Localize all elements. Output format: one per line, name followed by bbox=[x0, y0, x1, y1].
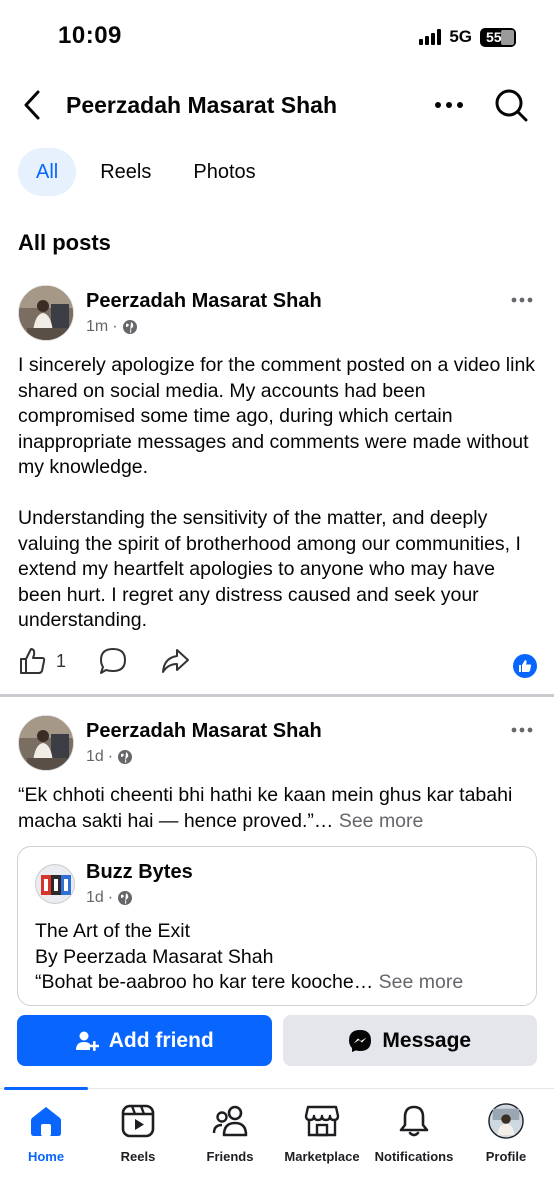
shared-author[interactable]: Buzz Bytes bbox=[86, 861, 193, 884]
friends-icon bbox=[212, 1103, 248, 1139]
shared-line: “Bohat be-aabroo ho kar tere kooche… bbox=[35, 971, 374, 993]
post-author[interactable]: Peerzadah Masarat Shah bbox=[86, 720, 322, 743]
post-text: “Ek chhoti cheenti bhi hathi ke kaan mei… bbox=[18, 783, 538, 834]
share-icon bbox=[162, 649, 189, 673]
chevron-left-icon bbox=[24, 90, 40, 120]
search-icon bbox=[495, 89, 528, 122]
tab-all[interactable]: All bbox=[18, 148, 77, 196]
message-label: Message bbox=[382, 1028, 472, 1052]
nav-notifications[interactable]: Notifications bbox=[368, 1103, 460, 1164]
globe-icon bbox=[118, 891, 133, 905]
author-avatar[interactable] bbox=[18, 285, 74, 341]
post-meta: 1m · bbox=[86, 318, 138, 336]
post-paragraph: I sincerely apologize for the comment po… bbox=[18, 354, 536, 478]
meta-separator: · bbox=[107, 748, 114, 765]
meta-separator: · bbox=[112, 318, 118, 335]
more-options-button[interactable] bbox=[432, 92, 466, 118]
post-text: I sincerely apologize for the comment po… bbox=[18, 353, 538, 634]
globe-icon bbox=[118, 750, 133, 764]
nav-profile[interactable]: Profile bbox=[460, 1103, 552, 1164]
post-paragraph: Understanding the sensitivity of the mat… bbox=[18, 507, 521, 631]
comment-button[interactable] bbox=[98, 646, 128, 676]
author-avatar[interactable] bbox=[18, 715, 74, 771]
like-reaction-icon[interactable] bbox=[513, 654, 537, 678]
network-type: 5G bbox=[449, 27, 472, 46]
comment-icon bbox=[100, 648, 126, 674]
see-more-link[interactable]: See more bbox=[379, 971, 464, 993]
share-button[interactable] bbox=[160, 646, 190, 676]
shared-line-with-more: “Bohat be-aabroo ho kar tere kooche… See… bbox=[35, 970, 525, 996]
ellipsis-icon bbox=[435, 102, 463, 108]
post-time[interactable]: 1d bbox=[86, 748, 104, 766]
add-friend-icon bbox=[75, 1031, 99, 1051]
shared-page-avatar[interactable] bbox=[35, 864, 75, 904]
tab-photos[interactable]: Photos bbox=[175, 148, 273, 196]
post-meta: 1d · bbox=[86, 748, 133, 766]
shared-post-card[interactable]: Buzz Bytes 1d · The Art of the Exit By P… bbox=[17, 846, 537, 1006]
meta-separator: · bbox=[107, 889, 114, 906]
add-friend-button[interactable]: Add friend bbox=[17, 1015, 272, 1066]
page-title: Peerzadah Masarat Shah bbox=[66, 92, 338, 118]
nav-label: Home bbox=[27, 1149, 65, 1164]
tab-reels[interactable]: Reels bbox=[82, 148, 169, 196]
shared-line: The Art of the Exit bbox=[35, 920, 190, 942]
globe-icon bbox=[122, 320, 137, 334]
profile-avatar bbox=[488, 1103, 524, 1139]
status-bar: 10:09 5G 55 bbox=[0, 0, 554, 74]
shared-time[interactable]: 1d bbox=[86, 889, 104, 907]
nav-label: Profile bbox=[485, 1149, 527, 1164]
see-more-link[interactable]: See more bbox=[339, 810, 424, 832]
post-divider bbox=[0, 694, 554, 697]
nav-label: Friends bbox=[206, 1149, 254, 1164]
post-body: “Ek chhoti cheenti bhi hathi ke kaan mei… bbox=[18, 784, 513, 832]
status-time: 10:09 bbox=[58, 22, 122, 49]
home-icon bbox=[28, 1103, 64, 1139]
like-button[interactable]: 1 bbox=[18, 646, 66, 676]
shared-line: By Peerzada Masarat Shah bbox=[35, 945, 274, 968]
bell-icon bbox=[396, 1103, 432, 1139]
reels-icon bbox=[120, 1103, 156, 1139]
post-card: Peerzadah Masarat Shah 1m · I sincerely … bbox=[0, 282, 554, 694]
section-title: All posts bbox=[18, 230, 111, 255]
post-time[interactable]: 1m bbox=[86, 318, 108, 336]
post-author[interactable]: Peerzadah Masarat Shah bbox=[86, 290, 322, 313]
search-button[interactable] bbox=[494, 88, 528, 122]
bottom-nav: Home Reels Friends Marketplace Notificat… bbox=[0, 1087, 554, 1200]
nav-friends[interactable]: Friends bbox=[184, 1103, 276, 1164]
top-bar: Peerzadah Masarat Shah bbox=[0, 80, 554, 130]
nav-label: Reels bbox=[120, 1149, 156, 1164]
battery-icon: 55 bbox=[480, 27, 516, 47]
nav-reels[interactable]: Reels bbox=[92, 1103, 184, 1164]
post-options-icon[interactable] bbox=[510, 724, 534, 736]
filter-tabs: All Reels Photos bbox=[18, 148, 280, 196]
shared-text: The Art of the Exit By Peerzada Masarat … bbox=[35, 919, 525, 996]
back-button[interactable] bbox=[18, 88, 48, 122]
post-options-icon[interactable] bbox=[510, 294, 534, 306]
messenger-icon bbox=[349, 1029, 372, 1052]
like-count: 1 bbox=[56, 650, 67, 671]
nav-marketplace[interactable]: Marketplace bbox=[276, 1103, 368, 1164]
buzz-bytes-logo-icon bbox=[41, 875, 71, 895]
add-friend-label: Add friend bbox=[108, 1028, 214, 1052]
cellular-signal-icon bbox=[419, 29, 442, 45]
nav-label: Marketplace bbox=[284, 1149, 360, 1164]
status-indicators: 5G 55 bbox=[419, 27, 516, 47]
profile-actions: Add friend Message bbox=[17, 1015, 537, 1066]
post-card: Peerzadah Masarat Shah 1d · “Ek chhoti c… bbox=[0, 712, 554, 1006]
thumbs-up-icon bbox=[20, 648, 46, 674]
active-tab-indicator bbox=[4, 1087, 88, 1090]
nav-label: Notifications bbox=[374, 1149, 454, 1164]
marketplace-icon bbox=[304, 1103, 340, 1139]
shared-meta: 1d · bbox=[86, 889, 133, 907]
battery-level: 55 bbox=[486, 29, 502, 45]
post-actions: 1 bbox=[0, 646, 554, 686]
nav-home[interactable]: Home bbox=[0, 1103, 92, 1164]
message-button[interactable]: Message bbox=[282, 1015, 537, 1066]
